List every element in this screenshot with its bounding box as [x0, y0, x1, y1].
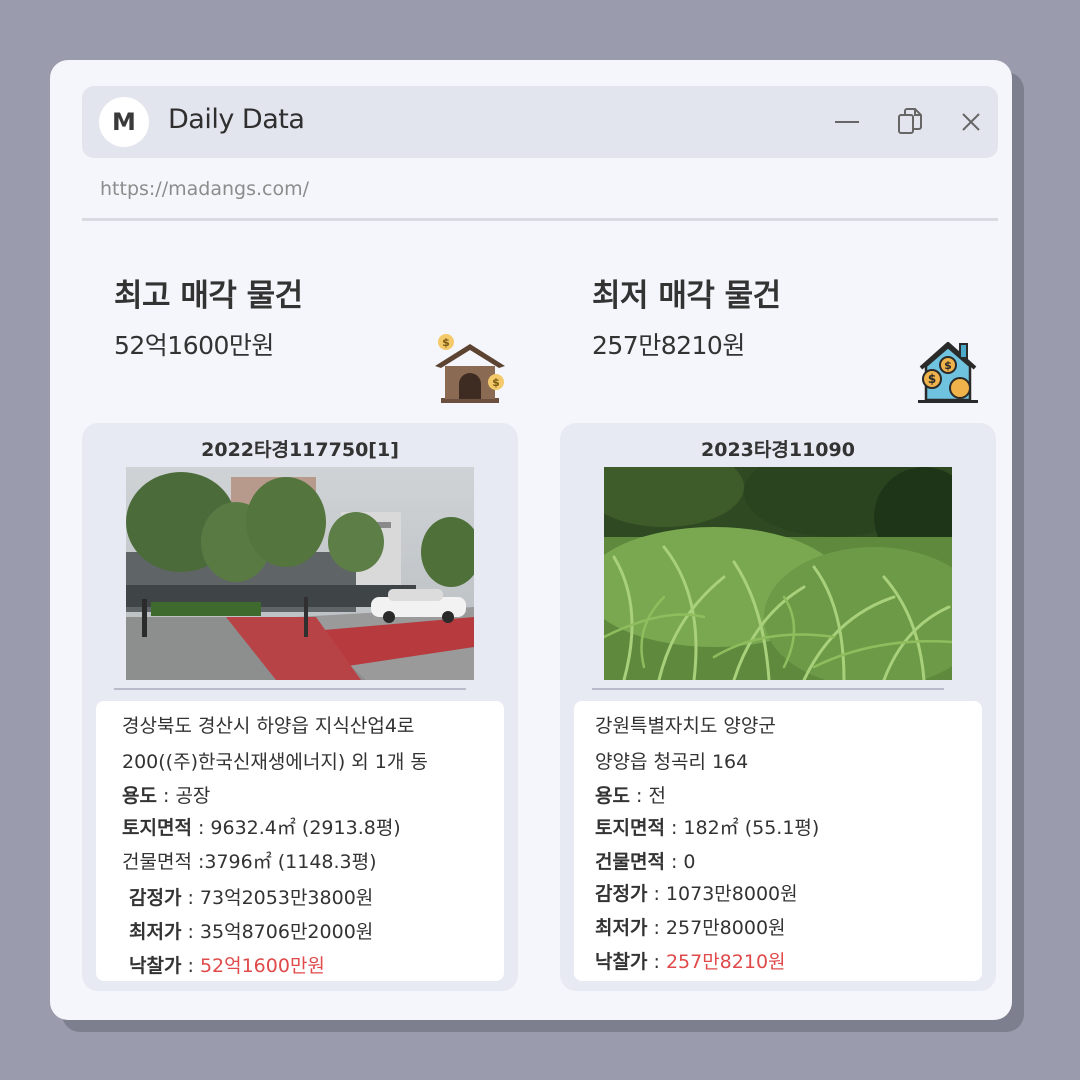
building-area-value: : 0: [664, 851, 696, 873]
coin-symbol: $: [442, 336, 450, 349]
highest-section-title: 최고 매각 물건: [114, 278, 303, 314]
appraisal-value: : 1073만8000원: [647, 883, 798, 905]
lowest-price: 257만8210원: [592, 331, 745, 360]
minimize-button[interactable]: [827, 102, 867, 142]
lowest-property-card[interactable]: 2023타경11090 강원특별자치도 양양군 양양읍 청곡리 164 용도:…: [560, 423, 996, 991]
building-area-row: 건물면적 : 0: [595, 847, 696, 874]
address-line-1: 경상북도 경산시 하양읍 지식산업4로: [122, 715, 415, 737]
coin-symbol: $: [492, 376, 500, 389]
appraisal-label: 감정가: [129, 887, 182, 909]
case-number: 2023타경11090: [701, 439, 855, 461]
card-divider: [114, 688, 466, 690]
url-text[interactable]: https://madangs.com/: [100, 178, 309, 200]
minimum-price-label: 최저가: [595, 917, 648, 939]
lowest-section-title: 최저 매각 물건: [592, 278, 781, 314]
winning-bid-separator: :: [647, 951, 666, 973]
card-divider: [592, 688, 944, 690]
usage-value: : 공장: [156, 785, 211, 807]
address-line-1: 강원특별자치도 양양군: [595, 715, 776, 737]
house-with-dollar-coins-icon: $ $: [916, 338, 980, 408]
coin-symbol: $: [944, 359, 952, 372]
land-area-label: 토지면적: [122, 817, 192, 839]
building-area-value: :3796㎡ (1148.3평): [191, 851, 377, 873]
winning-bid-value: 52억1600만원: [199, 955, 325, 977]
winning-bid-row: 낙찰가 : 257만8210원: [595, 947, 786, 974]
app-logo: M: [99, 97, 149, 147]
land-area-row: 토지면적 : 182㎡ (55.1평): [595, 813, 819, 840]
winning-bid-separator: :: [181, 955, 200, 977]
land-area-label: 토지면적: [595, 817, 665, 839]
building-area-label: 건물면적: [122, 851, 192, 873]
minimum-price-label: 최저가: [129, 921, 182, 943]
address-line-2: 200((주)한국신재생에너지) 외 1개 동: [122, 751, 428, 773]
url-divider: [82, 218, 998, 221]
title-bar: M Daily Data: [82, 86, 998, 158]
app-window: M Daily Data https://madangs.com/ 최고 매각 …: [50, 60, 1012, 1020]
close-button[interactable]: [951, 102, 991, 142]
usage-row: 용도 : 공장: [122, 781, 210, 808]
winning-bid-label: 낙찰가: [129, 955, 182, 977]
case-number: 2022타경117750[1]: [201, 439, 399, 461]
usage-label: 용도: [122, 785, 157, 807]
highest-property-card[interactable]: 2022타경117750[1] 경상북도 경산시 하양읍 지식산업4로 200(…: [82, 423, 518, 991]
appraisal-label: 감정가: [595, 883, 648, 905]
building-area-row: 건물면적 :3796㎡ (1148.3평): [122, 847, 377, 874]
close-icon: [962, 113, 980, 131]
winning-bid-value: 257만8210원: [665, 951, 786, 973]
address-line-2: 양양읍 청곡리 164: [595, 751, 749, 773]
minimum-price-value: : 257만8000원: [647, 917, 786, 939]
coin-symbol: $: [928, 372, 936, 386]
minimum-price-value: : 35억8706만2000원: [181, 921, 374, 943]
winning-bid-row: 낙찰가 : 52억1600만원: [129, 951, 325, 978]
property-info-panel: 강원특별자치도 양양군 양양읍 청곡리 164 용도 : 전 토지면적 : 18…: [574, 701, 982, 981]
property-info-panel: 경상북도 경산시 하양읍 지식산업4로 200((주)한국신재생에너지) 외 1…: [96, 701, 504, 981]
usage-label: 용도: [595, 785, 630, 807]
restore-icon: [898, 108, 922, 134]
minimum-price-row: 최저가 : 257만8000원: [595, 913, 786, 940]
minimize-icon: [835, 121, 859, 123]
winning-bid-label: 낙찰가: [595, 951, 648, 973]
appraisal-row: 감정가 : 73억2053만3800원: [129, 883, 373, 910]
restore-button[interactable]: [890, 102, 930, 142]
appraisal-value: : 73억2053만3800원: [181, 887, 374, 909]
land-area-value: : 9632.4㎡ (2913.8평): [191, 817, 401, 839]
appraisal-row: 감정가 : 1073만8000원: [595, 879, 798, 906]
property-photo-grass: [604, 467, 952, 680]
app-title: Daily Data: [168, 104, 305, 135]
usage-row: 용도 : 전: [595, 781, 666, 808]
house-with-coins-icon: $ $: [433, 332, 509, 410]
minimum-price-row: 최저가 : 35억8706만2000원: [129, 917, 373, 944]
highest-price: 52억1600만원: [114, 331, 274, 360]
land-area-value: : 182㎡ (55.1평): [664, 817, 820, 839]
building-area-label: 건물면적: [595, 851, 665, 873]
usage-value: : 전: [629, 785, 666, 807]
land-area-row: 토지면적 : 9632.4㎡ (2913.8평): [122, 813, 401, 840]
property-photo-street: [126, 467, 474, 680]
